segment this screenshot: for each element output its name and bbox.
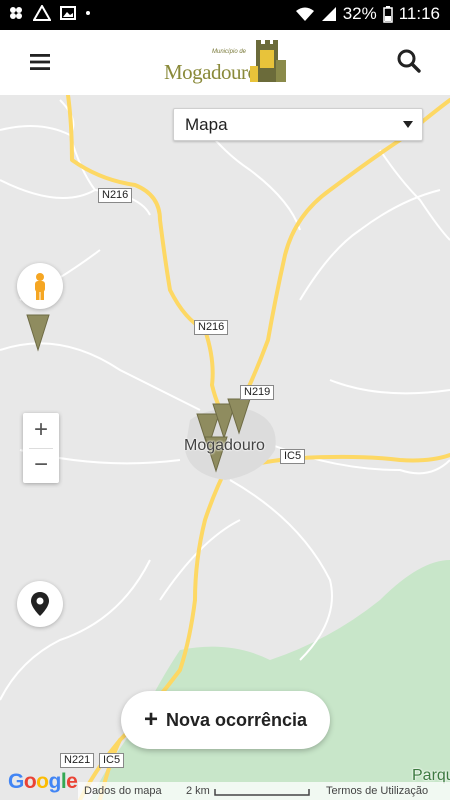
pinwheel-icon — [10, 7, 22, 19]
road-shield: IC5 — [99, 753, 125, 768]
new-occurrence-button[interactable]: + Nova ocorrência — [121, 691, 330, 749]
battery-percent: 32% — [342, 4, 377, 23]
street-view-button[interactable] — [17, 263, 63, 309]
location-pin-icon — [31, 592, 49, 616]
google-letter: e — [66, 770, 78, 793]
map-type-select[interactable]: Mapa — [173, 108, 423, 141]
zoom-control: + − — [23, 413, 59, 483]
terms-link[interactable]: Termos de Utilização — [326, 785, 428, 797]
pegman-icon — [35, 273, 45, 300]
road-shield: N219 — [240, 385, 275, 400]
scale-bar — [214, 789, 310, 796]
status-bar: 32% 11:16 — [0, 0, 450, 30]
road-shield: IC5 — [280, 449, 306, 464]
castle-emblem-icon — [250, 40, 286, 82]
hamburger-icon[interactable] — [28, 50, 52, 74]
road-shield: N221 — [60, 753, 95, 768]
clock: 11:16 — [398, 4, 440, 23]
road-shield: N216 — [98, 188, 133, 203]
zoom-out-button[interactable]: − — [23, 448, 59, 483]
new-occurrence-label: Nova ocorrência — [165, 709, 308, 730]
scale-label: 2 km — [186, 785, 210, 797]
logo-text: Mogadouro — [164, 60, 258, 84]
battery-icon — [382, 6, 393, 23]
google-letter: g — [48, 770, 62, 793]
gallery-icon — [60, 6, 76, 20]
wifi-icon — [295, 7, 314, 21]
zoom-divider — [29, 448, 53, 449]
caret-down-icon — [403, 121, 413, 128]
drive-icon — [33, 5, 51, 21]
google-logo: Google — [8, 770, 78, 794]
app-header: Município de Mogadouro — [0, 30, 450, 95]
status-left-icons — [8, 5, 91, 21]
google-letter: o — [36, 770, 49, 793]
my-location-button[interactable] — [17, 581, 63, 627]
map-type-value: Mapa — [185, 115, 228, 134]
logo-small-text: Município de — [212, 49, 247, 55]
signal-icon — [321, 7, 336, 21]
zoom-in-button[interactable]: + — [23, 413, 59, 448]
dot-icon — [86, 11, 90, 15]
google-letter: G — [8, 770, 24, 793]
plus-icon: + — [143, 706, 158, 733]
municipality-logo: Município de Mogadouro — [162, 38, 290, 88]
search-icon[interactable] — [396, 48, 422, 74]
road-shield: N216 — [194, 320, 229, 335]
map-data-link[interactable]: Dados do mapa — [84, 785, 162, 797]
google-letter: o — [23, 770, 37, 793]
place-label: Mogadouro — [184, 437, 265, 454]
status-right: 32% 11:16 — [295, 4, 440, 24]
